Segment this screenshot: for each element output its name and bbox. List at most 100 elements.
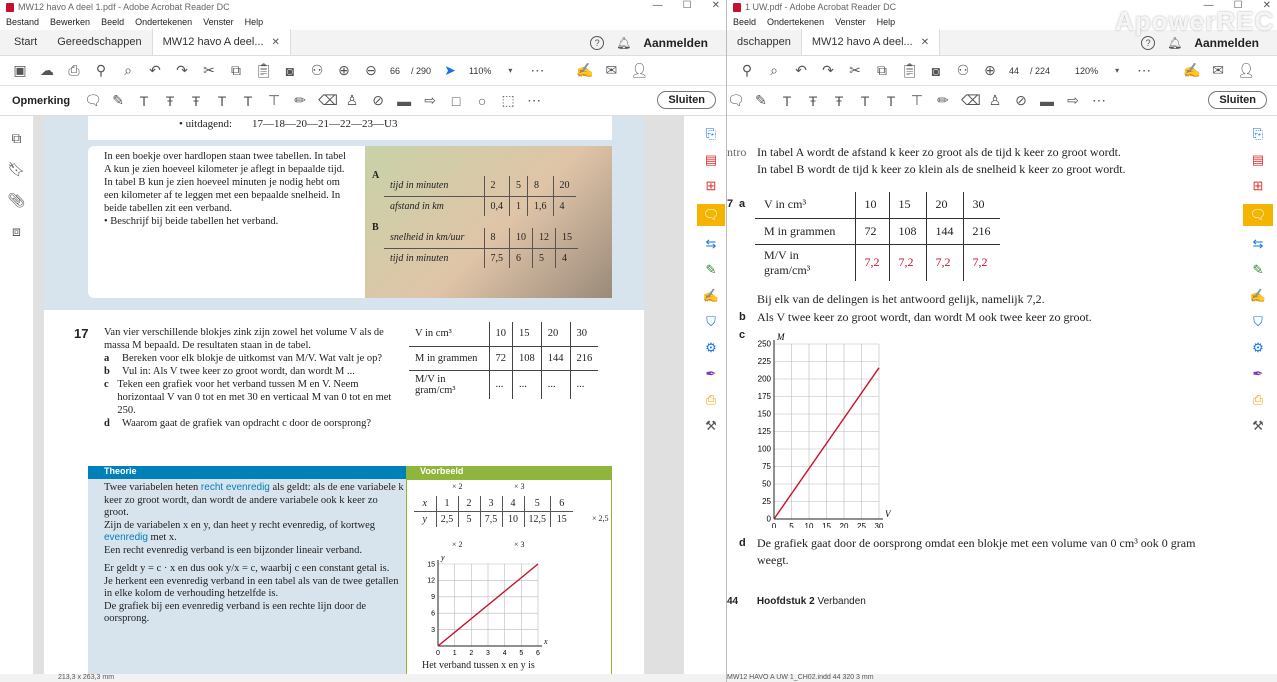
replace-text-icon[interactable]: Ŧ xyxy=(831,93,847,109)
snapshot-icon[interactable]: ◙ xyxy=(282,63,298,79)
polygon-icon[interactable]: ⬚ xyxy=(500,92,516,109)
clipboard-icon[interactable]: 📋︎ xyxy=(255,62,273,79)
pencil-icon[interactable]: ✏ xyxy=(935,92,951,109)
close-tools-button[interactable]: Sluiten xyxy=(1208,91,1267,109)
export-pdf-icon[interactable]: ⎘ xyxy=(695,126,726,142)
sticky-note-icon[interactable]: 🗨︎ xyxy=(727,92,745,109)
more-icon[interactable]: ⋯ xyxy=(529,62,545,79)
menu-file[interactable]: Bestand xyxy=(6,17,39,27)
bell-icon[interactable]: 🔔︎ xyxy=(616,36,631,50)
menu-view[interactable]: Beeld xyxy=(733,17,756,27)
eraser-icon[interactable]: ⌫ xyxy=(318,92,338,109)
redo-icon[interactable]: ↷ xyxy=(820,62,836,79)
combine-files-icon[interactable]: ⇆ xyxy=(1239,236,1277,252)
page-down-icon[interactable]: ⊖ xyxy=(363,62,379,79)
organize-pages-icon[interactable]: ▤ xyxy=(1239,152,1277,168)
mail-icon[interactable]: ✉ xyxy=(1210,62,1226,79)
share-user-icon[interactable]: 👤︎ xyxy=(1237,62,1255,79)
share-user-icon[interactable]: 👤︎ xyxy=(630,62,648,79)
menu-window[interactable]: Venster xyxy=(203,17,234,27)
more-icon[interactable]: ⋯ xyxy=(1136,62,1152,79)
zoom-select[interactable]: 120% xyxy=(1075,66,1098,76)
comment-tool-icon[interactable]: 🗨︎ xyxy=(697,204,725,226)
undo-icon[interactable]: ↶ xyxy=(793,62,809,79)
line-icon[interactable]: ▬ xyxy=(1039,93,1055,109)
cut-icon[interactable]: ✂ xyxy=(201,62,217,79)
bell-icon[interactable]: 🔔︎ xyxy=(1167,36,1182,50)
save-icon[interactable]: ▣ xyxy=(12,62,28,79)
close-tab-icon[interactable]: ✕ xyxy=(272,37,280,48)
highlight-icon[interactable]: ✎ xyxy=(110,92,126,109)
help-icon[interactable]: ? xyxy=(590,36,605,50)
attachment-icon[interactable]: 📎︎ xyxy=(0,192,33,209)
sign-icon[interactable]: ✍ xyxy=(576,62,593,79)
binoculars-icon[interactable]: ⚇ xyxy=(955,62,971,79)
search-page-icon[interactable]: ⌕ xyxy=(120,62,136,79)
upload-icon[interactable]: ☁ xyxy=(39,62,55,79)
redo-icon[interactable]: ↷ xyxy=(174,62,190,79)
more-tools-icon[interactable]: ⋯ xyxy=(526,92,542,109)
page-thumbnails-icon[interactable]: ⧉ xyxy=(0,130,33,147)
select-cursor-icon[interactable]: ➤ xyxy=(442,62,458,79)
maximize-icon[interactable]: ☐ xyxy=(683,0,692,11)
print-icon[interactable]: ⎙ xyxy=(66,62,82,79)
menu-view[interactable]: Beeld xyxy=(101,17,124,27)
menu-help[interactable]: Help xyxy=(877,17,896,27)
document-viewer[interactable]: ntro In tabel A wordt de afstand k keer … xyxy=(727,116,1217,674)
optimize-icon[interactable]: ⚙ xyxy=(695,340,726,356)
insert-text-icon[interactable]: T xyxy=(857,93,873,109)
signin-button[interactable]: Aanmelden xyxy=(643,36,708,50)
page-up-icon[interactable]: ⊕ xyxy=(336,62,352,79)
tab-document[interactable]: MW12 havo A deel... ✕ xyxy=(800,29,941,55)
layers-icon[interactable]: ⧈ xyxy=(0,223,33,240)
chevron-down-icon[interactable]: ▾ xyxy=(502,66,518,75)
attach-icon[interactable]: ⊘ xyxy=(370,92,386,109)
copy-icon[interactable]: ⧉ xyxy=(228,62,244,79)
more-tools-rail-icon[interactable]: ⚒ xyxy=(695,418,726,434)
highlight-icon[interactable]: ✎ xyxy=(753,92,769,109)
combine-files-icon[interactable]: ⇆ xyxy=(695,236,726,252)
close-tools-button[interactable]: Sluiten xyxy=(657,91,716,109)
close-icon[interactable]: ✕ xyxy=(712,0,720,11)
menu-edit[interactable]: Bewerken xyxy=(50,17,90,27)
pencil-icon[interactable]: ✏ xyxy=(292,92,308,109)
strikethrough-icon[interactable]: Ŧ xyxy=(162,93,178,109)
rectangle-icon[interactable]: □ xyxy=(448,93,464,109)
copy-icon[interactable]: ⧉ xyxy=(874,62,890,79)
attach-icon[interactable]: ⊘ xyxy=(1013,92,1029,109)
cut-icon[interactable]: ✂ xyxy=(847,62,863,79)
oval-icon[interactable]: ○ xyxy=(474,93,490,109)
stamp-icon[interactable]: ♙ xyxy=(344,92,360,109)
comment-tool-icon[interactable]: 🗨︎ xyxy=(1243,204,1273,226)
optimize-icon[interactable]: ⚙ xyxy=(1239,340,1277,356)
send-sign-icon[interactable]: ✒ xyxy=(1239,366,1277,382)
create-pdf-icon[interactable]: ⊞ xyxy=(695,178,726,194)
zoom-select[interactable]: 110% xyxy=(469,66,491,76)
fill-sign-icon[interactable]: ✍ xyxy=(695,288,726,304)
scan-icon[interactable]: ⎙ xyxy=(1239,392,1277,408)
search-icon[interactable]: ⚲ xyxy=(93,62,109,79)
scan-icon[interactable]: ⎙ xyxy=(695,392,726,408)
replace-text-icon[interactable]: Ŧ xyxy=(188,93,204,109)
menu-sign[interactable]: Ondertekenen xyxy=(135,17,192,27)
organize-pages-icon[interactable]: ▤ xyxy=(695,152,726,168)
tab-tools[interactable]: Gereedschappen xyxy=(47,29,151,55)
document-viewer[interactable]: • uitdagend: 17—18—20—21—22—23—U3 In een … xyxy=(34,116,684,674)
line-icon[interactable]: ▬ xyxy=(396,93,412,109)
minimize-icon[interactable]: — xyxy=(653,0,663,11)
tab-home[interactable]: Start xyxy=(4,29,47,55)
sticky-note-icon[interactable]: 🗨︎ xyxy=(84,92,102,109)
menu-help[interactable]: Help xyxy=(245,17,264,27)
mail-icon[interactable]: ✉ xyxy=(603,62,619,79)
export-pdf-icon[interactable]: ⎘ xyxy=(1239,126,1277,142)
text-box-icon[interactable]: ⊤ xyxy=(266,92,282,109)
page-number-input[interactable]: 44 xyxy=(1009,66,1019,76)
page-up-icon[interactable]: ⊕ xyxy=(982,62,998,79)
bookmark-icon[interactable]: 🔖︎ xyxy=(0,161,33,178)
more-tools-rail-icon[interactable]: ⚒ xyxy=(1239,418,1277,434)
tab-tools[interactable]: dschappen xyxy=(727,29,801,55)
arrow-icon[interactable]: ⇨ xyxy=(1065,92,1081,109)
underline-text-icon[interactable]: T xyxy=(779,93,795,109)
close-tab-icon[interactable]: ✕ xyxy=(921,37,929,48)
underline-text-icon[interactable]: T xyxy=(136,93,152,109)
